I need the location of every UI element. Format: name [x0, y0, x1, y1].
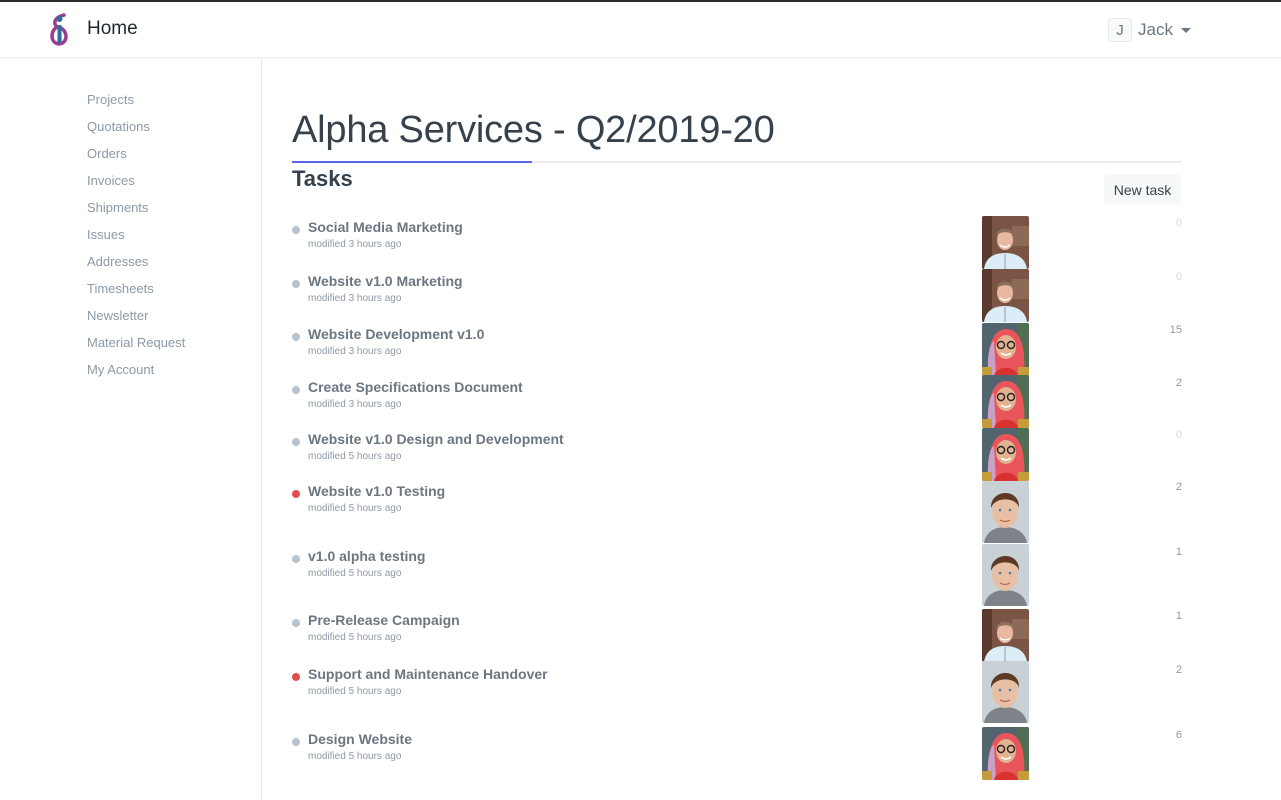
task-comment-count: 1 [1175, 610, 1182, 622]
avatar-photo-woman-glasses [982, 428, 1029, 481]
avatar-photo-man-brown-hair [982, 544, 1029, 606]
task-comment-count: 15 [1169, 324, 1182, 336]
sidebar-item-addresses[interactable]: Addresses [87, 253, 148, 270]
task-modified: modified 3 hours ago [308, 293, 402, 304]
status-dot-icon [292, 619, 300, 627]
task-modified: modified 5 hours ago [308, 568, 402, 579]
sidebar-item: Addresses [87, 253, 185, 280]
sidebar: Projects Quotations Orders Invoices Shipment… [0, 59, 262, 800]
task-comment-count: 0 [1175, 217, 1182, 229]
task-title-link[interactable]: Website v1.0 Testing [308, 483, 445, 499]
section-title: Tasks [292, 166, 353, 191]
task-modified: modified 3 hours ago [308, 239, 402, 250]
sidebar-item: Orders [87, 145, 185, 172]
sidebar-list: Projects Quotations Orders Invoices Shipment… [87, 91, 185, 388]
avatar-photo-man-blonde-tie [982, 269, 1029, 322]
sidebar-item-issues[interactable]: Issues [87, 226, 125, 243]
assignee-avatar [982, 544, 1029, 606]
sidebar-item: Invoices [87, 172, 185, 199]
status-dot-icon [292, 490, 300, 498]
status-dot-icon [292, 555, 300, 563]
task-comment-count: 6 [1175, 729, 1182, 741]
sidebar-item: Newsletter [87, 307, 185, 334]
brand-home-link[interactable]: Home [46, 12, 138, 46]
status-dot-icon [292, 438, 300, 446]
assignee-avatar [982, 609, 1029, 662]
sidebar-item: Projects [87, 91, 185, 118]
status-dot-icon [292, 673, 300, 681]
task-modified: modified 5 hours ago [308, 751, 402, 762]
app-logo-icon [50, 13, 68, 46]
status-dot-icon [292, 738, 300, 746]
avatar-photo-woman-glasses [982, 727, 1029, 780]
task-comment-count: 2 [1175, 377, 1182, 389]
status-dot-icon [292, 280, 300, 288]
sidebar-item-material-request[interactable]: Material Request [87, 334, 185, 351]
task-title-link[interactable]: v1.0 alpha testing [308, 548, 425, 564]
sidebar-item: Quotations [87, 118, 185, 145]
assignee-avatar [982, 375, 1029, 428]
brand-title: Home [87, 18, 138, 39]
task-title-link[interactable]: Support and Maintenance Handover [308, 666, 548, 682]
task-comment-count: 2 [1175, 481, 1182, 493]
sidebar-item-quotations[interactable]: Quotations [87, 118, 150, 135]
assignee-avatar [982, 727, 1029, 780]
task-comment-count: 0 [1175, 429, 1182, 441]
avatar-photo-man-brown-hair [982, 661, 1029, 723]
assignee-avatar [982, 661, 1029, 723]
assignee-avatar [982, 269, 1029, 322]
task-title-link[interactable]: Pre-Release Campaign [308, 612, 460, 628]
task-modified: modified 5 hours ago [308, 451, 402, 462]
title-divider-accent [292, 161, 532, 163]
task-comment-count: 0 [1175, 271, 1182, 283]
sidebar-item-invoices[interactable]: Invoices [87, 172, 135, 189]
sidebar-item: Issues [87, 226, 185, 253]
sidebar-item: Material Request [87, 334, 185, 361]
task-comment-count: 2 [1175, 664, 1182, 676]
task-title-link[interactable]: Social Media Marketing [308, 219, 463, 235]
sidebar-item: Shipments [87, 199, 185, 226]
task-modified: modified 3 hours ago [308, 399, 402, 410]
caret-down-icon [1180, 27, 1191, 33]
sidebar-item-orders[interactable]: Orders [87, 145, 127, 162]
avatar-photo-man-blonde-tie [982, 216, 1029, 269]
user-avatar: J [1108, 18, 1132, 42]
user-name: Jack [1138, 20, 1173, 39]
new-task-button[interactable]: New task [1104, 174, 1181, 205]
task-modified: modified 5 hours ago [308, 686, 402, 697]
task-title-link[interactable]: Website Development v1.0 [308, 326, 484, 342]
avatar-photo-man-brown-hair [982, 481, 1029, 543]
avatar-photo-man-blonde-tie [982, 609, 1029, 662]
sidebar-item: My Account [87, 361, 185, 388]
task-modified: modified 3 hours ago [308, 346, 402, 357]
task-title-link[interactable]: Website v1.0 Marketing [308, 273, 463, 289]
task-title-link[interactable]: Website v1.0 Design and Development [308, 431, 564, 447]
task-comment-count: 1 [1175, 546, 1182, 558]
sidebar-item-shipments[interactable]: Shipments [87, 199, 148, 216]
status-dot-icon [292, 226, 300, 234]
sidebar-item-my-account[interactable]: My Account [87, 361, 154, 378]
status-dot-icon [292, 386, 300, 394]
sidebar-item-newsletter[interactable]: Newsletter [87, 307, 148, 324]
navbar: Home J Jack [0, 2, 1281, 58]
page-title: Alpha Services - Q2/2019-20 [292, 109, 775, 151]
assignee-avatar [982, 216, 1029, 269]
avatar-photo-woman-glasses [982, 323, 1029, 376]
assignee-avatar [982, 428, 1029, 481]
task-title-link[interactable]: Design Website [308, 731, 412, 747]
assignee-avatar [982, 481, 1029, 543]
sidebar-item: Timesheets [87, 280, 185, 307]
status-dot-icon [292, 333, 300, 341]
task-modified: modified 5 hours ago [308, 632, 402, 643]
avatar-photo-woman-glasses [982, 375, 1029, 428]
task-modified: modified 5 hours ago [308, 503, 402, 514]
user-menu-dropdown[interactable]: J Jack [1108, 18, 1191, 42]
assignee-avatar [982, 323, 1029, 376]
sidebar-item-projects[interactable]: Projects [87, 91, 134, 108]
sidebar-item-timesheets[interactable]: Timesheets [87, 280, 154, 297]
task-title-link[interactable]: Create Specifications Document [308, 379, 523, 395]
